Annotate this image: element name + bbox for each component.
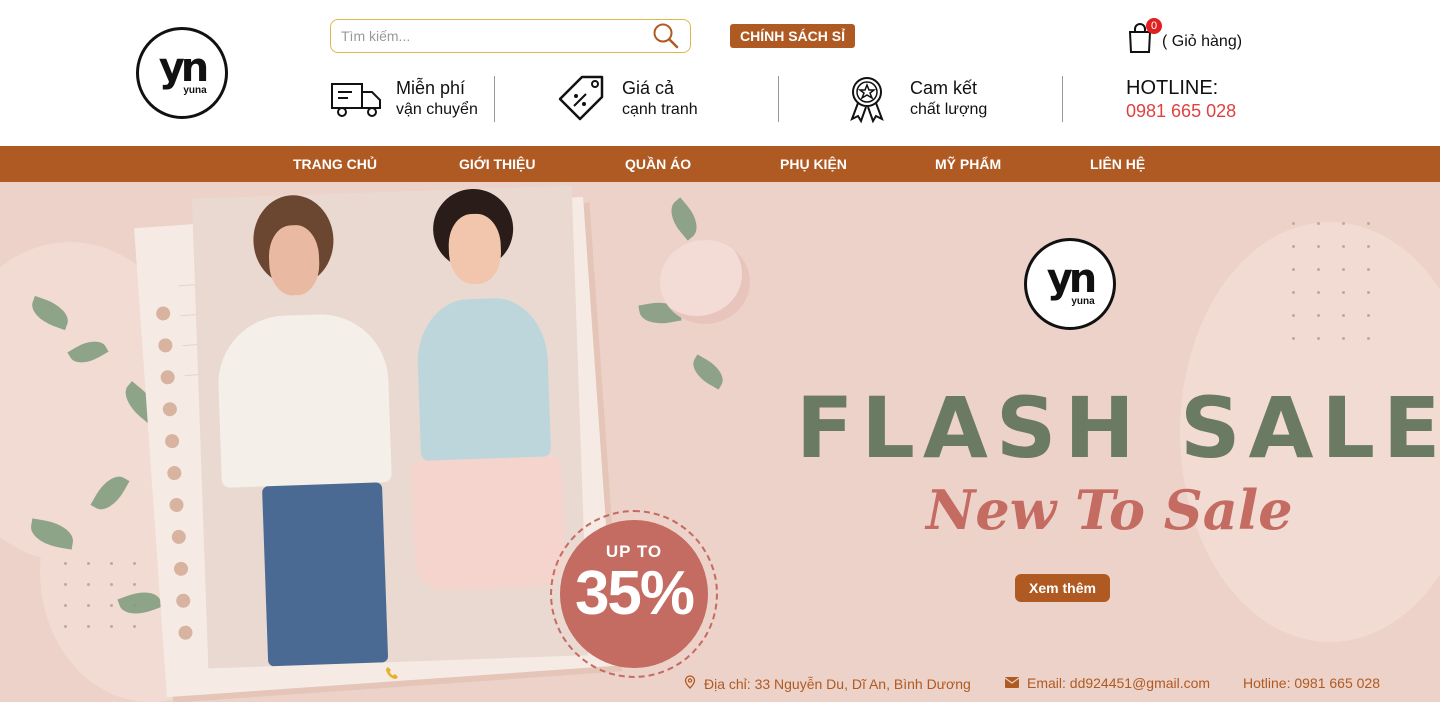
envelope-icon: [1004, 675, 1020, 691]
address-text: Địa chỉ: 33 Nguyễn Du, Dĩ An, Bình Dương: [704, 675, 971, 692]
discount-badge: UP TO 35%: [560, 520, 708, 668]
logo-word: yuna: [183, 85, 207, 96]
nav-item-clothing[interactable]: QUẦN ÁO: [625, 146, 691, 182]
shopping-bag-icon[interactable]: 0: [1126, 18, 1162, 54]
see-more-button[interactable]: Xem thêm: [1015, 574, 1110, 602]
product-photo[interactable]: [191, 185, 589, 669]
location-pin-icon: [684, 675, 696, 692]
jeans: [261, 482, 389, 667]
phone-icon[interactable]: [385, 666, 399, 680]
site-logo[interactable]: yn yuna: [136, 27, 228, 119]
feature-subtitle: vận chuyển: [396, 101, 478, 118]
footer-hotline: Hotline: 0981 665 028: [1243, 675, 1380, 691]
hero-logo: yn yuna: [1024, 238, 1116, 330]
price-tag-icon: [556, 74, 610, 124]
nav-item-home[interactable]: TRANG CHỦ: [293, 146, 377, 182]
feature-competitive-price: Giá cả cạnh tranh: [556, 72, 698, 126]
nav-item-accessories[interactable]: PHỤ KIỆN: [780, 146, 847, 182]
feature-quality-commitment: Cam kết chất lượng: [844, 72, 987, 126]
feature-subtitle: cạnh tranh: [622, 101, 698, 118]
floral-top: [415, 296, 552, 461]
dot-grid: [64, 562, 136, 628]
cart-label[interactable]: ( Giỏ hàng): [1162, 33, 1242, 51]
main-nav: TRANG CHỦ GIỚI THIỆU QUẦN ÁO PHỤ KIỆN MỸ…: [0, 146, 1440, 182]
flower-decoration: [660, 240, 750, 324]
feature-free-shipping: Miễn phí vận chuyển: [330, 72, 478, 126]
leaf-decoration: [663, 197, 705, 241]
nav-item-about[interactable]: GIỚI THIỆU: [459, 146, 536, 182]
feature-title: Giá cả: [622, 78, 675, 98]
divider: [778, 76, 779, 122]
dot-grid: [1292, 222, 1370, 340]
search-icon[interactable]: [652, 22, 680, 50]
nav-item-cosmetics[interactable]: MỸ PHẨM: [935, 146, 1001, 182]
email-text[interactable]: Email: dd924451@gmail.com: [1027, 675, 1210, 691]
badge-percent: 35%: [574, 559, 695, 628]
quality-badge-icon: [844, 74, 898, 124]
new-to-sale-subheadline: New To Sale: [926, 478, 1293, 542]
truck-icon: [330, 74, 384, 124]
divider: [494, 76, 495, 122]
feature-title: Miễn phí: [396, 78, 466, 98]
header: yn yuna CHÍNH SÁCH SỈ 0 ( Giỏ hàng) Miễn…: [0, 0, 1440, 146]
hotline-label: HOTLINE:: [1126, 77, 1219, 99]
flash-sale-headline: FLASH SALE: [796, 379, 1440, 477]
logo-word: yuna: [1071, 296, 1095, 307]
hotline-text[interactable]: Hotline: 0981 665 028: [1243, 675, 1380, 691]
hotline-number[interactable]: 0981 665 028: [1126, 99, 1236, 123]
search-input[interactable]: [341, 28, 652, 44]
divider: [1062, 76, 1063, 122]
logo-mark: yn: [1046, 256, 1098, 302]
white-top: [216, 312, 392, 488]
nav-item-contact[interactable]: LIÊN HỆ: [1090, 146, 1145, 182]
leaf-decoration: [687, 354, 729, 390]
search-box: [330, 19, 691, 53]
logo-mark: yn: [158, 45, 210, 91]
wholesale-policy-button[interactable]: CHÍNH SÁCH SỈ: [730, 24, 855, 48]
pink-shorts: [411, 456, 566, 592]
page: yn yuna CHÍNH SÁCH SỈ 0 ( Giỏ hàng) Miễn…: [0, 0, 1440, 702]
feature-title: Cam kết: [910, 78, 978, 98]
feature-subtitle: chất lượng: [910, 101, 988, 118]
hero-banner[interactable]: UP TO 35% yn yuna FLASH SALE New To Sale…: [0, 182, 1440, 702]
hotline: HOTLINE: 0981 665 028: [1126, 77, 1236, 123]
footer-address: Địa chỉ: 33 Nguyễn Du, Dĩ An, Bình Dương: [684, 675, 971, 692]
cart[interactable]: 0 ( Giỏ hàng): [1126, 18, 1242, 54]
cart-count-badge: 0: [1146, 18, 1162, 34]
footer-email: Email: dd924451@gmail.com: [1004, 675, 1210, 691]
